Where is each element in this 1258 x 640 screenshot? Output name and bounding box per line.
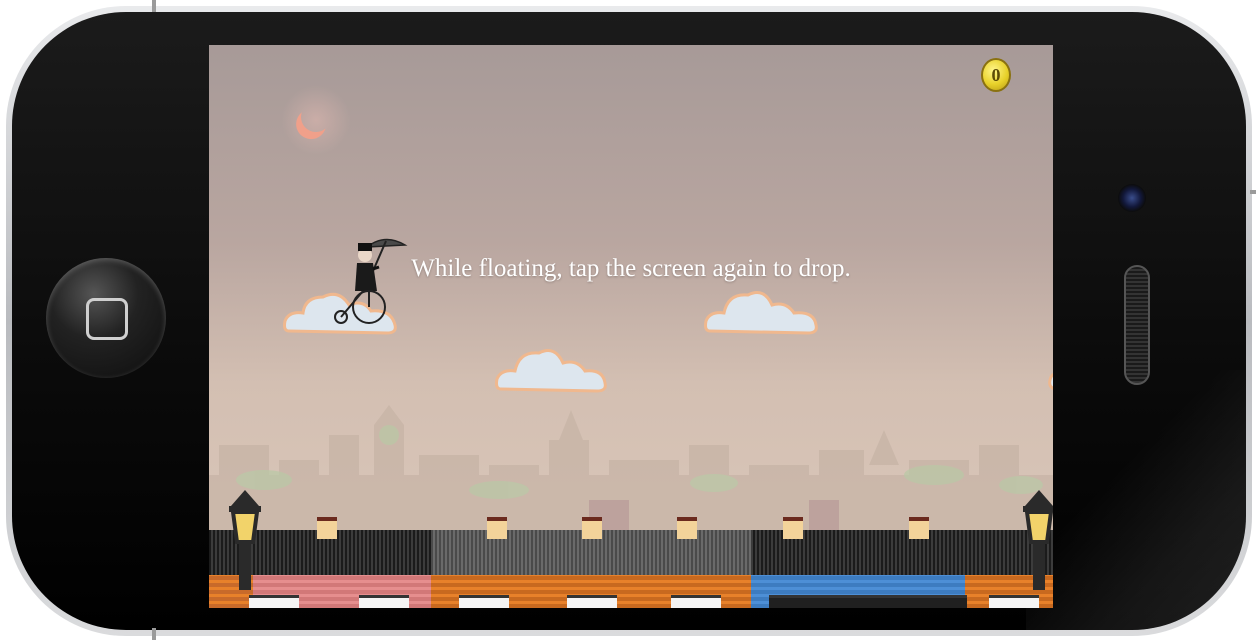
window [567,595,617,608]
chimney [783,517,803,539]
volume-button[interactable] [152,628,156,640]
penny-farthing-icon [334,290,386,324]
window [359,595,409,608]
window [459,595,509,608]
chimney [582,517,602,539]
home-button[interactable] [46,258,166,378]
street-lamp-icon [229,490,261,590]
window [769,595,819,608]
front-camera [1118,184,1146,212]
chimney [909,517,929,539]
cloud [1048,372,1053,390]
power-button[interactable] [152,0,156,12]
coin-icon: 0 [981,58,1011,92]
city-skyline [209,405,1053,535]
window [249,595,299,608]
window [671,595,721,608]
window [917,595,967,608]
bezel-glare [1026,370,1246,630]
cloud [704,291,818,335]
chimney [487,517,507,539]
mute-switch[interactable] [1250,190,1256,194]
chimney [677,517,697,539]
window [989,595,1039,608]
cloud [495,349,607,393]
speaker-grille [1124,265,1150,385]
game-screen[interactable]: 0 While floating, tap the screen again t… [209,45,1053,608]
street-lamp-icon [1023,490,1053,590]
tutorial-instruction: While floating, tap the screen again to … [411,255,851,282]
window [819,595,869,608]
window [869,595,919,608]
coin-count: 0 [991,65,1001,85]
home-square-icon [86,298,128,340]
chimney [317,517,337,539]
